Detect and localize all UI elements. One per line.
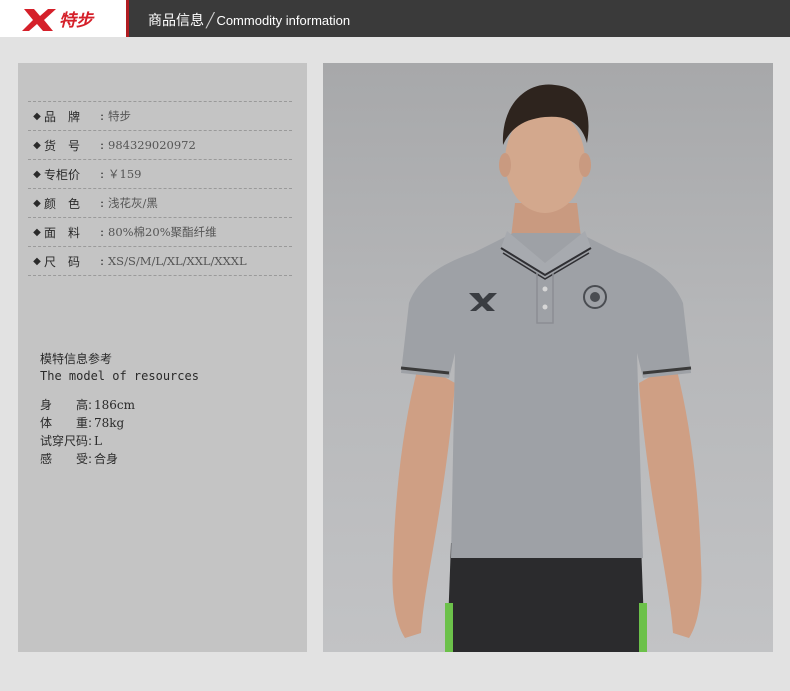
- model-row-fit: 感 受: 合身: [40, 450, 300, 468]
- model-value: 78kg: [94, 416, 125, 430]
- product-photo[interactable]: [323, 63, 773, 652]
- spec-colon: :: [100, 167, 105, 181]
- model-row-size: 试穿尺码: L: [40, 432, 300, 450]
- model-title-en: The model of resources: [40, 369, 199, 383]
- model-label: 身 高:: [40, 398, 93, 412]
- spec-value: 浅花灰/黑: [108, 196, 158, 210]
- spec-label: 面 料: [44, 225, 81, 240]
- spec-colon: :: [100, 225, 105, 239]
- brand-logo[interactable]: 特步: [0, 0, 126, 37]
- spec-value: 特步: [108, 109, 131, 123]
- title-cn: 商品信息: [148, 13, 204, 29]
- model-label: 试穿尺码:: [40, 434, 93, 448]
- model-label: 感 受:: [40, 452, 93, 466]
- model-row-height: 身 高: 186cm: [40, 396, 300, 414]
- spec-value: 984329020972: [108, 138, 196, 152]
- spec-row-price: ◆ 专柜价 : ￥159: [28, 159, 292, 188]
- svg-text:特步: 特步: [59, 11, 95, 31]
- title-en: Commodity information: [216, 13, 351, 28]
- diamond-bullet-icon: ◆: [33, 110, 41, 122]
- spec-label: 品 牌: [44, 109, 81, 124]
- model-title-cn: 模特信息参考: [40, 352, 113, 366]
- spec-row-item-number: ◆ 货 号 : 984329020972: [28, 130, 292, 159]
- spec-label: 货 号: [44, 138, 81, 153]
- diamond-bullet-icon: ◆: [33, 168, 41, 180]
- section-title: 商品信息 ╱ Commodity information: [148, 10, 350, 30]
- spec-row-color: ◆ 颜 色 : 浅花灰/黑: [28, 188, 292, 217]
- model-label: 体 重:: [40, 416, 93, 430]
- diamond-bullet-icon: ◆: [33, 255, 41, 267]
- model-value: 186cm: [94, 398, 136, 412]
- spec-value: 80%棉20%聚酯纤维: [108, 225, 217, 239]
- spec-colon: :: [100, 138, 105, 152]
- spec-row-brand: ◆ 品 牌 : 特步: [28, 101, 292, 130]
- header-divider: [126, 0, 129, 37]
- spec-panel: ◆ 品 牌 : 特步 ◆ 货 号 : 984329020972 ◆ 专柜价 : …: [18, 63, 307, 652]
- title-separator: ╱: [206, 13, 215, 29]
- spec-label: 尺 码: [44, 254, 81, 269]
- spec-colon: :: [100, 254, 105, 268]
- spec-row-fabric: ◆ 面 料 : 80%棉20%聚酯纤维: [28, 217, 292, 246]
- spec-colon: :: [100, 109, 105, 123]
- spec-colon: :: [100, 196, 105, 210]
- xtep-logo-icon: 特步: [22, 9, 95, 31]
- spec-label: 颜 色: [44, 196, 81, 211]
- spec-label: 专柜价: [44, 167, 81, 182]
- model-info: 模特信息参考 The model of resources 身 高: 186cm…: [40, 351, 300, 468]
- spec-value: XS/S/M/L/XL/XXL/XXXL: [108, 254, 247, 268]
- diamond-bullet-icon: ◆: [33, 197, 41, 209]
- spec-row-size: ◆ 尺 码 : XS/S/M/L/XL/XXL/XXXL: [28, 246, 292, 276]
- diamond-bullet-icon: ◆: [33, 226, 41, 238]
- model-value: L: [94, 434, 102, 448]
- spec-value: ￥159: [108, 167, 142, 181]
- diamond-bullet-icon: ◆: [33, 139, 41, 151]
- model-value: 合身: [94, 452, 119, 466]
- model-illustration: [392, 84, 702, 652]
- header-bar: 特步 商品信息 ╱ Commodity information: [0, 0, 790, 37]
- model-row-weight: 体 重: 78kg: [40, 414, 300, 432]
- spec-list: ◆ 品 牌 : 特步 ◆ 货 号 : 984329020972 ◆ 专柜价 : …: [28, 101, 292, 276]
